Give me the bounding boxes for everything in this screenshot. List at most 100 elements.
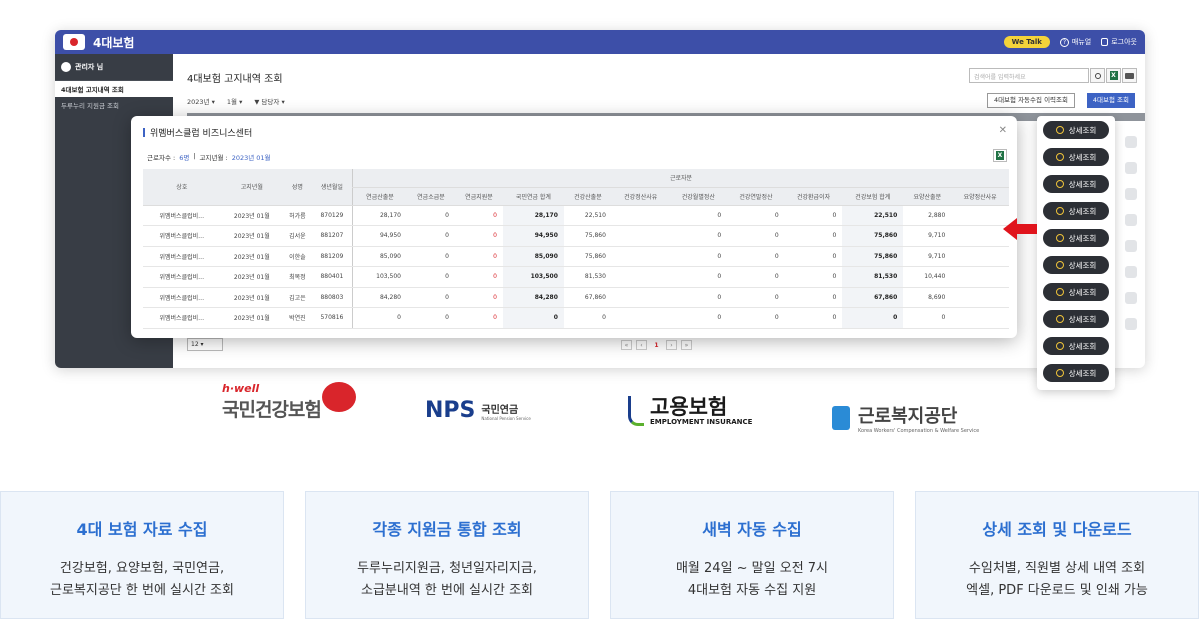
app-title: 4대보험 [93,35,135,50]
comment-icon[interactable] [1125,292,1137,304]
comment-icon[interactable] [1125,240,1137,252]
manual-link[interactable]: ? 매뉴얼 [1059,37,1091,47]
month-select[interactable]: 1월 ▾ [227,96,242,106]
insurance-query-button[interactable]: 4대보험 조회 [1086,93,1135,108]
page-size-select[interactable]: 12 ▾ [187,338,223,351]
detail-view-label: 상세조회 [1068,260,1097,270]
admin-label: 관리자 님 [75,63,104,71]
first-page-button[interactable]: « [621,340,632,350]
comment-icon[interactable] [1125,214,1137,226]
auto-history-button[interactable]: 4대보험 자동수집 이력조회 [986,93,1075,108]
search-icon [1055,315,1064,323]
excel-button[interactable]: X [1106,68,1121,83]
table-cell: 22,510 [842,205,904,226]
table-cell: 위멤버스클럽비… [143,266,221,288]
table-cell: 0 [454,266,503,288]
table-cell [951,246,1009,267]
table-cell: 570816 [311,307,353,329]
table-cell: 0 [784,246,843,267]
detail-view-button[interactable]: 상세조회 [1043,148,1109,166]
detail-view-button[interactable]: 상세조회 [1043,175,1109,193]
detail-view-label: 상세조회 [1068,368,1097,378]
table-cell: 870129 [311,205,353,226]
sidebar-item-durunuri[interactable]: 두루누리 지원금 조회 [55,97,173,113]
search-icon [1055,180,1064,188]
col-header: 건강정산사유 [611,187,670,206]
year-select[interactable]: 2023년 ▾ [187,96,215,106]
col-header: 고지년월 [220,169,283,206]
table-cell: 0 [669,246,728,267]
detail-view-button[interactable]: 상세조회 [1043,310,1109,328]
pagination: « ‹ 1 › » [621,340,692,350]
col-header: 성명 [283,169,312,206]
comment-icon[interactable] [1125,162,1137,174]
table-cell: 2023년 01월 [220,287,283,308]
top-bar: 4대보험 We Talk ? 매뉴얼 로그아웃 [55,30,1145,54]
search-input[interactable]: 검색어를 입력하세요 [969,68,1089,83]
table-cell: 0 [406,287,455,308]
table-cell: 0 [351,307,407,329]
detail-view-label: 상세조회 [1068,233,1097,243]
prev-page-button[interactable]: ‹ [636,340,647,350]
table-cell: 881209 [311,246,353,267]
search-icon [1055,369,1064,377]
feature-card: 상세 조회 및 다운로드 수임처별, 직원별 상세 내역 조회 엑셀, PDF 다… [915,491,1199,619]
detail-view-button[interactable]: 상세조회 [1043,202,1109,220]
table-cell [951,205,1009,226]
table-cell: 22,510 [563,205,612,226]
search-icon [1055,207,1064,215]
wetalk-button[interactable]: We Talk [1003,36,1050,48]
search-button[interactable] [1090,68,1105,83]
col-header: 건강연말정산 [727,187,785,206]
feature-title: 4대 보험 자료 수집 [76,520,208,539]
table-cell: 2023년 01월 [220,266,283,288]
detail-view-button[interactable]: 상세조회 [1043,256,1109,274]
detail-view-button[interactable]: 상세조회 [1043,229,1109,247]
next-page-button[interactable]: › [666,340,677,350]
detail-view-label: 상세조회 [1068,206,1097,216]
table-row: 위멤버스클럽비… 2023년 01월 김서윤 881207 94,950 0 0 94,950… [143,225,1009,247]
table-cell: 0 [406,205,455,226]
worker-count: 6명 [179,154,190,162]
close-icon[interactable]: ✕ [999,125,1007,136]
table-cell: 67,860 [563,287,612,308]
table-cell: 94,950 [502,225,564,247]
col-header: 연금산출분 [351,187,407,206]
table-row: 위멤버스클럽비… 2023년 01월 김고은 880803 84,280 0 0 84,280… [143,287,1009,308]
print-button[interactable] [1122,68,1137,83]
logout-link[interactable]: 로그아웃 [1101,37,1137,47]
col-header: 상호 [143,169,221,206]
search-icon [1094,72,1101,79]
search-icon [1055,342,1064,350]
detail-view-label: 상세조회 [1068,287,1097,297]
table-cell [951,307,1009,329]
comment-icon[interactable] [1125,318,1137,330]
detail-view-button[interactable]: 상세조회 [1043,283,1109,301]
feature-title: 새벽 자동 수집 [702,520,802,539]
table-cell: 위멤버스클럽비… [143,287,221,308]
table-cell: 0 [454,287,503,308]
modal-excel-button[interactable]: X [993,149,1007,162]
table-cell: 0 [784,225,843,247]
table-cell: 0 [563,307,612,329]
table-row: 위멤버스클럽비… 2023년 01월 허가름 870129 28,170 0 0 28,170… [143,205,1009,226]
table-cell: 0 [669,266,728,288]
detail-view-button[interactable]: 상세조회 [1043,121,1109,139]
comment-icon[interactable] [1125,136,1137,148]
detail-view-button[interactable]: 상세조회 [1043,337,1109,355]
current-page[interactable]: 1 [651,340,662,350]
table-cell: 75,860 [563,225,612,247]
modal-title-text: 위멤버스클럽 비즈니스센터 [150,129,253,139]
table-cell: 84,280 [502,287,564,308]
detail-button-column: 상세조회 상세조회 상세조회 상세조회 상세조회 상세조회 상세조회 상세조회 상세조회 상세조회 [1037,116,1115,390]
table-cell: 10,440 [903,266,952,288]
table-cell: 75,860 [842,225,904,247]
comment-icon[interactable] [1125,188,1137,200]
last-page-button[interactable]: » [681,340,692,350]
col-header: 건강보험 합계 [842,187,904,206]
feature-title: 각종 지원금 통합 조회 [372,520,522,539]
owner-filter[interactable]: ▼ 담당자 ▾ [254,96,284,106]
comment-icon[interactable] [1125,266,1137,278]
sidebar-item-notice-query[interactable]: 4대보험 고지내역 조회 [55,81,173,97]
table-cell: 최목정 [283,266,312,288]
